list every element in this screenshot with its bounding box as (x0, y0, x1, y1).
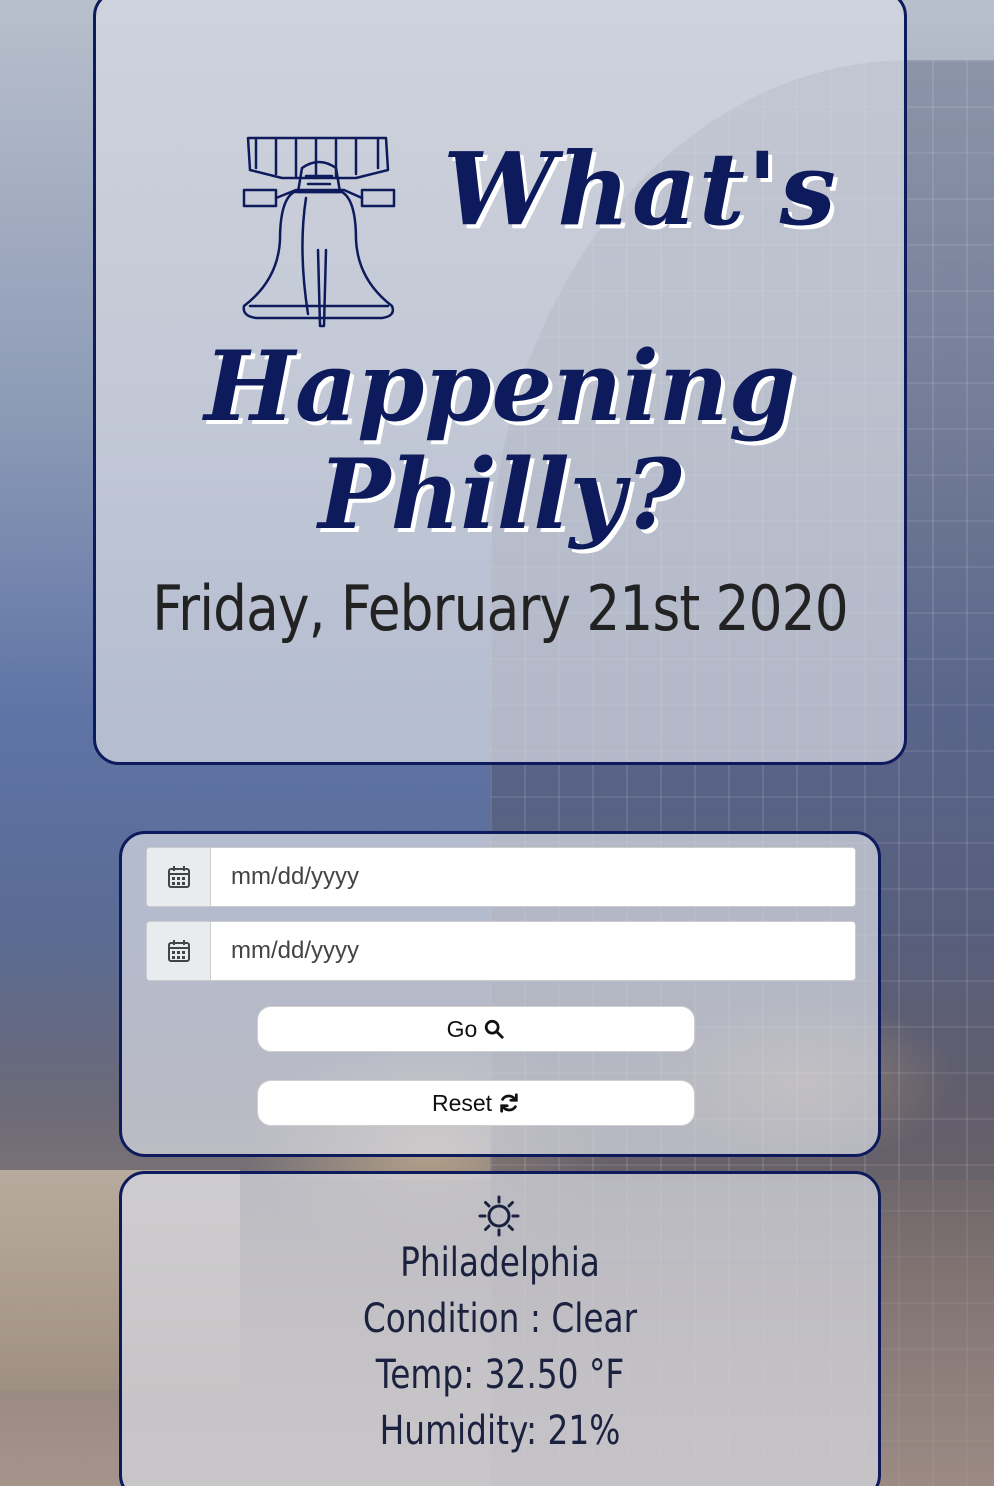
title-line-3: Philly? (318, 438, 682, 551)
title-line-1: What's (443, 130, 838, 248)
sun-icon (478, 1195, 520, 1237)
search-icon (485, 1019, 504, 1039)
end-date-group (146, 921, 856, 981)
go-button[interactable]: Go (257, 1006, 695, 1052)
current-date: Friday, February 21st 2020 (152, 572, 848, 645)
go-button-label: Go (446, 1015, 478, 1042)
weather-humidity: Humidity: 21% (379, 1408, 621, 1454)
app-title: What's Happening Philly? (93, 120, 907, 560)
weather-condition: Condition : Clear (362, 1296, 638, 1342)
weather-temperature: Temp: 32.50 °F (375, 1352, 625, 1398)
end-date-input[interactable] (211, 922, 855, 980)
calendar-icon (147, 922, 211, 980)
start-date-group (146, 847, 856, 907)
weather-city: Philadelphia (400, 1240, 600, 1286)
refresh-icon (500, 1093, 518, 1113)
reset-button[interactable]: Reset (257, 1080, 695, 1126)
start-date-input[interactable] (211, 848, 855, 906)
calendar-icon (147, 848, 211, 906)
reset-button-label: Reset (431, 1089, 493, 1116)
title-line-2: Happening (204, 330, 796, 443)
